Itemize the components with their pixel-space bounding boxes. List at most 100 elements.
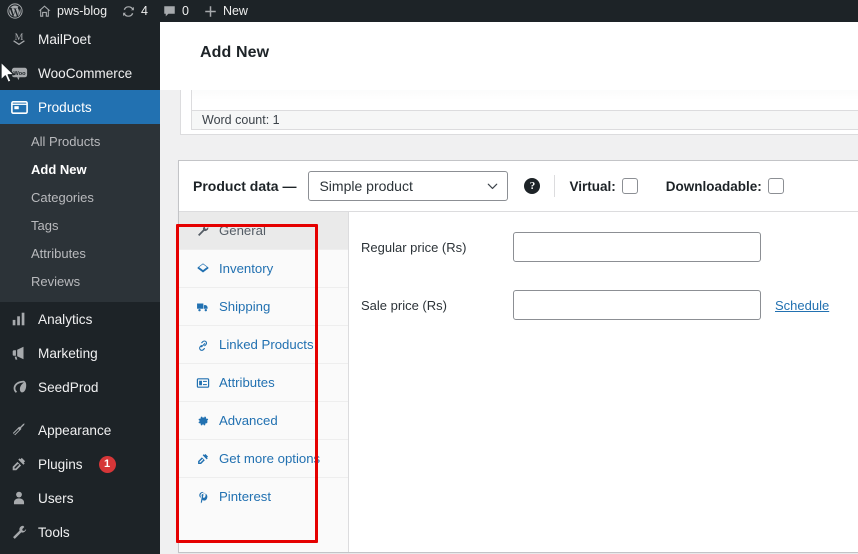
link-icon: [195, 337, 210, 352]
wordpress-admin-screen: pws-blog 4 0 New M MailPoet Woo WooComme…: [0, 0, 858, 554]
adminbar-site-name-label: pws-blog: [57, 4, 108, 18]
wrench-icon: [195, 223, 210, 238]
tab-label: General: [219, 223, 266, 238]
tab-advanced-link[interactable]: Advanced: [179, 402, 348, 439]
tab-inventory-link[interactable]: Inventory: [179, 250, 348, 287]
tab-label: Inventory: [219, 261, 274, 276]
sidebar-item-label: Appearance: [38, 422, 112, 438]
regular-price-row: Regular price (Rs): [349, 226, 858, 268]
updates-icon: [121, 4, 136, 19]
sale-price-label: Sale price (Rs): [361, 297, 447, 313]
tab-general[interactable]: General: [179, 212, 348, 250]
help-icon[interactable]: ?: [524, 178, 541, 194]
product-data-title: Product data —: [193, 178, 297, 194]
tab-shipping[interactable]: Shipping: [179, 288, 348, 326]
tab-general-link[interactable]: General: [179, 212, 348, 249]
submenu-item-add-new[interactable]: Add New: [0, 156, 160, 184]
seedprod-icon: [9, 377, 29, 397]
sidebar-item-label: Users: [38, 490, 74, 506]
product-type-select-wrapper: Simple product: [308, 171, 509, 201]
virtual-field[interactable]: Virtual:: [569, 178, 638, 194]
regular-price-input[interactable]: [513, 232, 761, 262]
sidebar-item-label: WooCommerce: [38, 65, 133, 81]
tab-inventory[interactable]: Inventory: [179, 250, 348, 288]
tab-attributes-link[interactable]: Attributes: [179, 364, 348, 401]
regular-price-label: Regular price (Rs): [361, 239, 467, 255]
downloadable-checkbox[interactable]: [767, 178, 784, 194]
wordpress-logo-icon: [7, 3, 23, 19]
tab-linked-products-link[interactable]: Linked Products: [179, 326, 348, 363]
sale-price-input[interactable]: [513, 290, 761, 320]
adminbar-comments[interactable]: 0: [155, 0, 196, 22]
users-icon: [9, 488, 29, 508]
schedule-link[interactable]: Schedule: [775, 298, 829, 313]
woocommerce-icon: Woo: [9, 63, 29, 83]
sidebar-item-products[interactable]: Products: [0, 90, 168, 124]
plus-icon: [203, 4, 218, 19]
word-count-label: Word count: 1: [202, 113, 280, 127]
adminbar-comments-count: 0: [181, 4, 189, 18]
sidebar-item-analytics[interactable]: Analytics: [0, 302, 160, 336]
submenu-item-categories[interactable]: Categories: [0, 184, 160, 212]
downloadable-field[interactable]: Downloadable:: [666, 178, 784, 194]
adminbar-new-label: New: [222, 4, 248, 18]
product-data-tabs: General Inventory Shipping Linked Produc…: [179, 212, 349, 552]
menu-separator: [0, 404, 160, 413]
virtual-checkbox[interactable]: [621, 178, 638, 194]
page-header-band: Add New: [160, 22, 858, 90]
adminbar-new-content[interactable]: New: [196, 0, 255, 22]
sidebar-item-label: Products: [38, 99, 92, 115]
archive-icon: [195, 261, 210, 276]
adminbar-wordpress-logo[interactable]: [0, 0, 30, 22]
admin-sidebar-menu: M MailPoet Woo WooCommerce Products All …: [0, 22, 168, 554]
sidebar-item-seedprod[interactable]: SeedProd: [0, 370, 160, 404]
home-icon: [37, 4, 52, 19]
product-data-metabox: Product data — Simple product ? Virtual:: [178, 160, 858, 553]
truck-icon: [195, 299, 210, 314]
appearance-icon: [9, 420, 29, 440]
tab-get-more-options[interactable]: Get more options: [179, 440, 348, 478]
gear-icon: [195, 413, 210, 428]
sidebar-item-label: Marketing: [38, 345, 98, 361]
sidebar-item-tools[interactable]: Tools: [0, 515, 160, 549]
sidebar-item-marketing[interactable]: Marketing: [0, 336, 160, 370]
tab-label: Attributes: [219, 375, 275, 390]
adminbar-updates[interactable]: 4: [114, 0, 155, 22]
tab-advanced[interactable]: Advanced: [179, 402, 348, 440]
sidebar-item-mailpoet[interactable]: M MailPoet: [0, 22, 160, 56]
sale-price-row: Sale price (Rs) Schedule: [349, 284, 858, 326]
product-data-body: General Inventory Shipping Linked Produc…: [179, 212, 858, 552]
submenu-item-all-products[interactable]: All Products: [0, 128, 160, 156]
header-divider: [554, 175, 556, 197]
submenu-item-reviews[interactable]: Reviews: [0, 268, 160, 296]
product-data-header: Product data — Simple product ? Virtual:: [179, 161, 858, 212]
product-type-select[interactable]: Simple product: [308, 171, 509, 201]
tab-get-more-options-link[interactable]: Get more options: [179, 440, 348, 477]
page-title: Add New: [200, 44, 270, 61]
plugins-update-badge: 1: [98, 455, 116, 473]
tab-attributes[interactable]: Attributes: [179, 364, 348, 402]
sidebar-item-label: Tools: [38, 524, 70, 540]
plugins-icon: [9, 454, 29, 474]
word-count-bar: Word count: 1: [191, 110, 858, 130]
tab-linked-products[interactable]: Linked Products: [179, 326, 348, 364]
general-panel: Regular price (Rs) Sale price (Rs) Sched…: [349, 212, 858, 552]
editor-box: Word count: 1: [180, 78, 858, 135]
content-area: Word count: 1 Product data — Simple prod…: [160, 78, 858, 554]
tab-label: Advanced: [219, 413, 278, 428]
submenu-item-attributes[interactable]: Attributes: [0, 240, 160, 268]
sidebar-item-appearance[interactable]: Appearance: [0, 413, 160, 447]
tab-pinterest-link[interactable]: Pinterest: [179, 478, 348, 515]
sidebar-item-label: MailPoet: [38, 31, 91, 47]
tab-shipping-link[interactable]: Shipping: [179, 288, 348, 325]
sidebar-item-plugins[interactable]: Plugins 1: [0, 447, 160, 481]
adminbar-site-name[interactable]: pws-blog: [30, 0, 114, 22]
comments-icon: [162, 4, 177, 19]
submenu-item-tags[interactable]: Tags: [0, 212, 160, 240]
tab-pinterest[interactable]: Pinterest: [179, 478, 348, 515]
sidebar-item-woocommerce[interactable]: Woo WooCommerce: [0, 56, 160, 90]
tab-label: Pinterest: [219, 489, 272, 504]
sidebar-item-label: Analytics: [38, 311, 93, 327]
sidebar-item-users[interactable]: Users: [0, 481, 160, 515]
mailpoet-icon: M: [9, 29, 29, 49]
